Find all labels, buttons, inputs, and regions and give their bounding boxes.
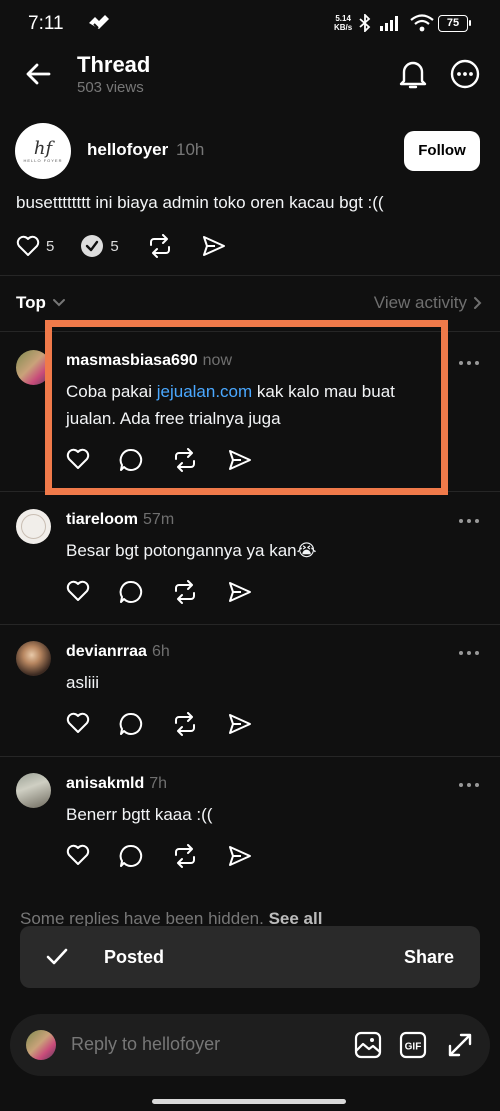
bluetooth-icon — [358, 14, 372, 32]
reply-text: asliii — [66, 673, 100, 692]
reply-text: Benerr bgtt kaaa :(( — [66, 805, 213, 824]
chevron-right-icon — [473, 296, 483, 310]
repost-count: 5 — [110, 237, 119, 255]
notification-app-icon — [86, 15, 112, 31]
reply-input[interactable]: Reply to hellofoyer — [71, 1034, 220, 1055]
quote-button[interactable] — [147, 234, 173, 258]
signal-icon — [380, 15, 402, 31]
network-speed: 5.14 KB/s — [334, 14, 353, 32]
reply-action-bar — [66, 844, 253, 868]
reply-composer[interactable]: Reply to hellofoyer GIF — [10, 1014, 490, 1076]
heart-icon[interactable] — [66, 844, 90, 868]
highlight-box — [45, 320, 448, 495]
like-count: 5 — [46, 237, 55, 255]
divider — [0, 624, 500, 625]
image-icon[interactable] — [354, 1031, 382, 1059]
more-options-icon[interactable] — [458, 360, 480, 366]
wifi-icon — [410, 14, 434, 32]
divider — [0, 275, 500, 276]
op-avatar[interactable]: hf HELLO FOYER — [15, 123, 71, 179]
reply-action-bar — [66, 712, 253, 736]
toast-message: Posted — [104, 947, 165, 967]
status-bar: 7:11 5.14 KB/s 75 — [0, 0, 500, 48]
follow-button[interactable]: Follow — [404, 131, 480, 171]
sort-dropdown[interactable]: Top — [16, 293, 66, 313]
toast-share-button[interactable]: Share — [404, 947, 454, 968]
reply-action-bar — [66, 580, 253, 604]
comment-icon[interactable] — [119, 580, 143, 604]
reply-username[interactable]: devianrraa 6h — [66, 643, 170, 661]
heart-icon[interactable] — [66, 712, 90, 736]
avatar[interactable] — [16, 509, 51, 544]
status-time: 7:11 — [28, 13, 64, 34]
svg-text:GIF: GIF — [405, 1042, 422, 1053]
view-activity-link[interactable]: View activity — [374, 293, 483, 313]
avatar — [26, 1030, 56, 1060]
reply-username[interactable]: anisakmld 7h — [66, 775, 167, 793]
home-indicator[interactable] — [152, 1099, 346, 1104]
more-options-icon[interactable] — [458, 650, 480, 656]
avatar[interactable] — [16, 641, 51, 676]
heart-icon[interactable] — [66, 580, 90, 604]
page-title: Thread — [77, 52, 151, 77]
view-count: 503 views — [77, 79, 144, 96]
send-icon — [201, 234, 227, 258]
op-timestamp: 10h — [176, 140, 205, 159]
bell-icon[interactable] — [398, 58, 428, 90]
posted-toast: Posted Share — [20, 926, 480, 988]
expand-icon[interactable] — [446, 1031, 474, 1059]
op-username[interactable]: hellofoyer — [87, 140, 168, 160]
battery-icon: 75 — [438, 15, 471, 32]
comment-icon[interactable] — [119, 712, 143, 736]
repost-check-icon — [80, 234, 104, 258]
share-button[interactable] — [201, 234, 227, 258]
thread-header: Thread 503 views — [0, 48, 500, 104]
avatar[interactable] — [16, 773, 51, 808]
check-icon — [46, 947, 68, 967]
reply-text: Besar bgt potongannya ya kan😭 — [66, 541, 317, 560]
reposted-button[interactable]: 5 — [80, 234, 119, 258]
gif-icon[interactable]: GIF — [399, 1031, 427, 1059]
repost-icon — [147, 234, 173, 258]
comment-icon[interactable] — [119, 844, 143, 868]
back-arrow-icon[interactable] — [24, 60, 52, 88]
repost-icon[interactable] — [172, 712, 198, 736]
chevron-down-icon — [52, 298, 66, 308]
more-options-icon[interactable] — [458, 782, 480, 788]
reply-username[interactable]: tiareloom 57m — [66, 511, 174, 529]
repost-icon[interactable] — [172, 844, 198, 868]
repost-icon[interactable] — [172, 580, 198, 604]
divider — [0, 756, 500, 757]
op-action-bar: 5 5 — [16, 232, 227, 260]
more-circle-icon[interactable] — [450, 59, 480, 89]
send-icon[interactable] — [227, 580, 253, 604]
heart-icon — [16, 235, 40, 257]
send-icon[interactable] — [227, 844, 253, 868]
more-options-icon[interactable] — [458, 518, 480, 524]
like-button[interactable]: 5 — [16, 235, 54, 257]
op-post-text: busetttttttt ini biaya admin toko oren k… — [16, 193, 384, 212]
send-icon[interactable] — [227, 712, 253, 736]
